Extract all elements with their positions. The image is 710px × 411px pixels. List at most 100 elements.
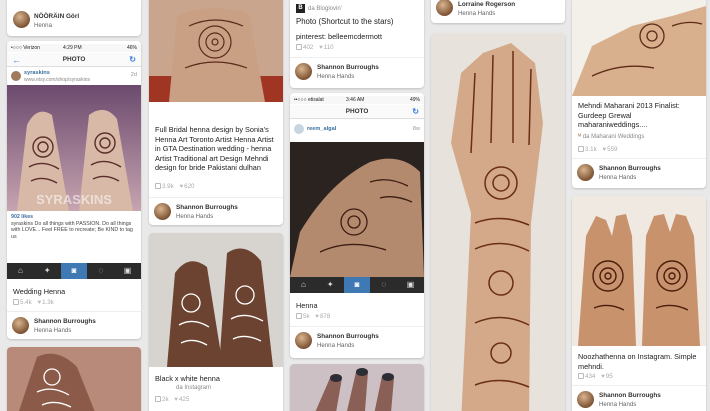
heart-icon: ♥ <box>179 183 184 190</box>
repin-icon <box>155 183 161 189</box>
pin-card-henna[interactable]: ••○○○ etisalat 3:46 AM 49% PHOTO ↻ reem_… <box>290 93 424 358</box>
pin-card-top[interactable]: NÖÖRÄIN Görl Henna <box>7 0 141 36</box>
pin-card-arm-henna[interactable] <box>431 33 565 411</box>
ig-age: 2d <box>130 72 137 78</box>
camera-icon: ◙ <box>60 263 88 279</box>
pin-stats: 5k ♥878 <box>296 313 330 320</box>
avatar[interactable] <box>436 0 453 16</box>
board-name[interactable]: Henna Hands <box>458 10 495 17</box>
pin-card-maharani[interactable]: Mehndi Maharani 2013 Finalist: Gurdeep G… <box>572 0 706 188</box>
bridal-henna-image <box>149 0 283 102</box>
pin-image[interactable] <box>431 33 565 411</box>
pin-card-top[interactable]: Lorraine Rogerson Henna Hands <box>431 0 565 23</box>
pin-title[interactable]: Full Bridal henna design by Sonia's Henn… <box>155 125 277 173</box>
phone-status-bar: •○○○ Verizon 4:29 PM 46% <box>7 44 141 52</box>
home-icon: ⌂ <box>300 280 306 289</box>
source-label: da Maharani Weddings <box>582 134 645 140</box>
pin-footer[interactable]: Shannon Burroughs Henna Hands <box>290 57 424 85</box>
home-icon: ⌂ <box>17 266 23 275</box>
pin-card-bridal[interactable]: Full Bridal henna design by Sonia's Henn… <box>149 0 283 225</box>
pinner-name[interactable]: Shannon Burroughs <box>34 318 96 325</box>
heart-icon: ♥ <box>315 313 319 320</box>
pin-footer[interactable]: Shannon Burroughs Henna Hands <box>572 158 706 186</box>
pin-title[interactable]: Black x white henna <box>155 374 277 384</box>
time: 3:46 AM <box>346 97 365 103</box>
pin-footer[interactable]: Shannon Burroughs Henna Hands <box>7 311 141 339</box>
pin-title[interactable]: Photo (Shortcut to the stars) <box>296 17 418 27</box>
like-count: 110 <box>323 44 334 51</box>
pin-card-bloglovin[interactable]: Bda Bloglovin' Photo (Shortcut to the st… <box>290 0 424 88</box>
battery: 46% <box>126 45 137 51</box>
pin-title[interactable]: Wedding Henna <box>13 287 135 297</box>
white-henna-image <box>7 347 141 411</box>
board-name[interactable]: Henna Hands <box>317 342 354 349</box>
pin-image[interactable]: SYRASKINS <box>7 85 141 211</box>
pin-image[interactable] <box>149 233 283 367</box>
source-row: Bda Bloglovin' <box>296 4 342 13</box>
pin-image[interactable] <box>290 142 424 277</box>
ig-url: www.etsy.com/shop/syraskins <box>24 77 91 83</box>
pin-title[interactable]: Noozhathenna on Instagram. Simple mehndi… <box>578 352 700 371</box>
avatar[interactable] <box>577 164 594 181</box>
refresh-icon: ↻ <box>412 107 419 116</box>
ig-likes: 902 likes <box>11 214 34 220</box>
pin-card-wedding-henna[interactable]: •○○○ Verizon 4:29 PM 46% ← PHOTO ↻ syras… <box>7 41 141 339</box>
board-name[interactable]: Henna Hands <box>317 73 354 80</box>
pinner-name[interactable]: Shannon Burroughs <box>317 64 379 71</box>
ig-likes-section: 902 likes syraskins Do all things with P… <box>11 214 137 240</box>
pin-image[interactable] <box>572 196 706 346</box>
heart-icon: ♥ <box>174 396 178 403</box>
repin-count: 2k <box>162 396 169 403</box>
profile-icon: ▣ <box>406 280 415 289</box>
henna-hands-image: SYRASKINS <box>7 85 141 211</box>
pin-image[interactable] <box>572 0 706 96</box>
refresh-icon: ↻ <box>129 55 136 64</box>
pin-footer[interactable]: Shannon Burroughs Henna Hands <box>572 385 706 411</box>
avatar[interactable] <box>295 332 312 349</box>
ig-tab-bar: ⌂ ✦ ◙ ◌ ▣ <box>290 277 424 293</box>
watermark: SYRASKINS <box>36 192 112 207</box>
pin-card-noozhat[interactable]: Noozhathenna on Instagram. Simple mehndi… <box>572 196 706 411</box>
pinner-name[interactable]: Shannon Burroughs <box>176 204 238 211</box>
ig-caption: syraskins Do all things with PASSION. Do… <box>11 220 133 240</box>
pin-source: da Instagram <box>176 385 211 391</box>
nails-henna-image <box>290 364 424 411</box>
pin-image[interactable] <box>7 347 141 411</box>
repin-icon <box>13 299 19 305</box>
like-count: 1.3k <box>42 299 54 306</box>
pin-image[interactable] <box>290 364 424 411</box>
pinner-name[interactable]: Shannon Burroughs <box>599 165 661 172</box>
avatar[interactable] <box>295 63 312 80</box>
activity-icon: ◌ <box>98 266 104 275</box>
avatar[interactable] <box>13 11 30 28</box>
avatar[interactable] <box>154 203 171 220</box>
pin-card-nails[interactable] <box>290 364 424 411</box>
pin-card-black-white-henna[interactable]: Black x white henna da Instagram 2k ♥425 <box>149 233 283 411</box>
pin-image[interactable] <box>149 0 283 102</box>
battery: 49% <box>409 97 420 103</box>
pinner-name[interactable]: NÖÖRÄIN Görl <box>34 13 79 20</box>
ig-tab-bar: ⌂ ✦ ◙ ◌ ▣ <box>7 263 141 279</box>
repin-count: 3.1k <box>585 146 597 153</box>
pin-stats: 2k ♥425 <box>155 396 189 403</box>
avatar[interactable] <box>12 317 29 334</box>
board-name[interactable]: Henna Hands <box>599 174 636 181</box>
pinner-name[interactable]: Shannon Burroughs <box>317 333 379 340</box>
pinner-name[interactable]: Shannon Burroughs <box>599 392 661 399</box>
phone-status-bar: ••○○○ etisalat 3:46 AM 49% <box>290 96 424 104</box>
board-name[interactable]: Henna <box>34 22 52 29</box>
board-name[interactable]: Henna Hands <box>599 401 636 408</box>
pin-footer[interactable]: Shannon Burroughs Henna Hands <box>290 326 424 354</box>
repin-count: 3.9k <box>162 183 174 190</box>
pin-title[interactable]: Henna <box>296 301 418 311</box>
pin-card-bottom[interactable] <box>7 347 141 411</box>
board-name[interactable]: Henna Hands <box>34 327 71 334</box>
phone-nav-bar: ← PHOTO ↻ <box>7 53 141 67</box>
avatar[interactable] <box>577 391 594 408</box>
board-name[interactable]: Henna Hands <box>176 213 213 220</box>
phone-nav-bar: PHOTO ↻ <box>290 105 424 119</box>
like-count: 425 <box>178 396 190 403</box>
pinner-name[interactable]: Lorraine Rogerson <box>458 1 515 8</box>
pin-title[interactable]: Mehndi Maharani 2013 Finalist: Gurdeep G… <box>578 101 700 130</box>
pin-footer[interactable]: Shannon Burroughs Henna Hands <box>149 197 283 225</box>
